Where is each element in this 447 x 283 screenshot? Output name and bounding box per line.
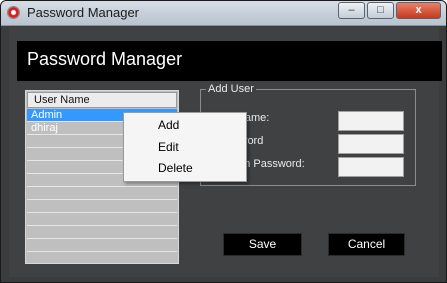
add-user-legend: Add User <box>206 83 256 95</box>
list-item[interactable] <box>27 239 177 252</box>
close-button[interactable]: x <box>396 2 441 19</box>
user-name-input[interactable] <box>338 111 404 131</box>
list-item[interactable] <box>27 226 177 239</box>
app-window: Password Manager – □ x Password Manager … <box>0 0 447 283</box>
context-menu-edit[interactable]: Edit <box>158 140 179 154</box>
window-title: Password Manager <box>27 5 139 20</box>
header-bar: Password Manager <box>17 41 442 81</box>
confirm-password-input[interactable] <box>338 157 404 177</box>
context-menu: Add Edit Delete <box>123 112 247 182</box>
list-item-label: Admin <box>31 109 63 121</box>
list-item[interactable] <box>27 200 177 213</box>
list-item[interactable] <box>27 213 177 226</box>
password-input[interactable] <box>338 134 404 154</box>
column-header-label: User Name <box>34 94 90 106</box>
cancel-button[interactable]: Cancel <box>328 233 405 256</box>
title-bar[interactable]: Password Manager – □ x <box>1 1 446 26</box>
list-item[interactable] <box>27 252 177 263</box>
list-item[interactable] <box>27 187 177 200</box>
maximize-button[interactable]: □ <box>367 2 394 19</box>
list-item-label: dhiraj <box>31 122 58 134</box>
app-icon <box>7 6 20 19</box>
context-menu-add[interactable]: Add <box>158 118 179 132</box>
user-name-column-header[interactable]: User Name <box>27 92 177 108</box>
context-menu-delete[interactable]: Delete <box>158 161 193 175</box>
page-title: Password Manager <box>27 49 183 69</box>
minimize-button[interactable]: – <box>338 2 365 19</box>
save-button[interactable]: Save <box>223 233 302 256</box>
